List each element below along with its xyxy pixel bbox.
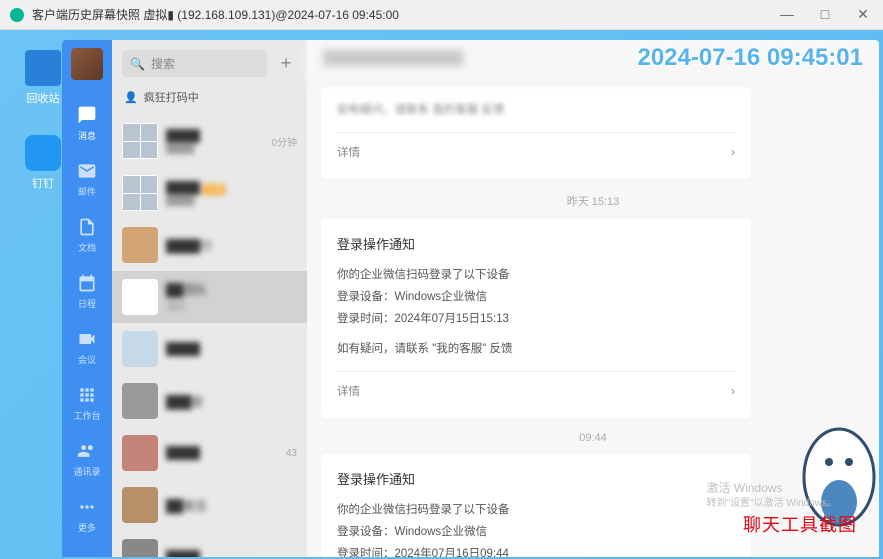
chat-app-window: 消息 邮件 文档 日程 会议 工作台 [62,40,879,557]
chevron-right-icon: › [731,382,735,404]
window-titlebar: 客户端历史屏幕快照 虚拟▮ (192.168.109.131)@2024-07-… [0,0,883,30]
avatar [122,435,158,471]
conversation-panel: 🔍 搜索 + 👤 疯狂打码中 ████ ████0分钟████ 外部██████… [112,40,307,557]
search-icon: 🔍 [130,57,145,71]
more-icon [76,496,98,518]
app-icon [10,8,24,22]
person-icon: 👤 [124,91,138,104]
close-button[interactable]: ✕ [853,6,873,23]
notification-card: 登录操作通知 你的企业微信扫码登录了以下设备 登录设备：Windows企业微信 … [321,219,751,418]
avatar [122,279,158,315]
add-button[interactable]: + [275,53,297,75]
video-icon [76,328,98,350]
avatar [122,539,158,557]
dingtalk-icon[interactable]: 钉钉 [18,135,68,191]
message-icon [76,104,98,126]
group-avatar [122,123,158,159]
avatar [122,383,158,419]
avatar [122,331,158,367]
nav-workbench[interactable]: 工作台 [73,384,100,422]
nav-calendar[interactable]: 日程 [76,272,98,310]
avatar [122,487,158,523]
search-input[interactable]: 🔍 搜索 [122,50,267,77]
nav-more[interactable]: 更多 [76,496,98,534]
conversation-item[interactable]: ██家庄 [112,479,307,531]
details-link[interactable]: 详情› [337,132,735,165]
time-divider: 09:44 [321,432,865,444]
user-avatar[interactable] [71,48,103,80]
conversation-list: ████ ████0分钟████ 外部████████行 ██团队 通知████… [112,115,307,557]
desktop-background: 回收站 钉钉 2024-07-16 09:45:01 消息 邮件 文档 日程 [0,30,883,559]
chat-panel: 如有疑问，请联系 我的客服 反馈 详情› 昨天 15:13 登录操作通知 你的企… [307,40,879,557]
document-icon [76,216,98,238]
notification-card: 登录操作通知 你的企业微信扫码登录了以下设备 登录设备：Windows企业微信 … [321,454,751,557]
window-title: 客户端历史屏幕快照 虚拟▮ (192.168.109.131)@2024-07-… [32,6,777,23]
time-divider: 昨天 15:13 [321,193,865,209]
conversation-item[interactable]: ████ [112,323,307,375]
conversation-item[interactable]: ████ 43 [112,427,307,479]
conversation-item[interactable]: ████ [112,531,307,557]
conversation-item[interactable]: ████行 [112,219,307,271]
nav-messages[interactable]: 消息 [76,104,98,142]
group-avatar [122,175,158,211]
conversation-item[interactable]: ██团队 通知 [112,271,307,323]
avatar [122,227,158,263]
calendar-icon [76,272,98,294]
details-link[interactable]: 详情› [337,371,735,404]
app-navbar: 消息 邮件 文档 日程 会议 工作台 [62,40,112,557]
contacts-icon [76,440,98,462]
timestamp-overlay: 2024-07-16 09:45:01 [637,44,863,72]
maximize-button[interactable]: □ [815,6,835,23]
grid-icon [76,384,98,406]
screenshot-label: 聊天工具截图 [743,511,857,537]
conversation-item[interactable]: ████ ████0分钟 [112,115,307,167]
minimize-button[interactable]: — [777,6,797,23]
mail-icon [76,160,98,182]
nav-docs[interactable]: 文档 [76,216,98,254]
nav-meeting[interactable]: 会议 [76,328,98,366]
conversation-item[interactable]: ███安 [112,375,307,427]
nav-contacts[interactable]: 通讯录 [73,440,100,478]
chevron-right-icon: › [731,143,735,165]
recycle-bin-icon[interactable]: 回收站 [18,50,68,106]
notification-card-partial: 如有疑问，请联系 我的客服 反馈 详情› [321,86,751,179]
conversation-item[interactable]: ████ 外部████ [112,167,307,219]
status-row: 👤 疯狂打码中 [112,85,307,115]
nav-mail[interactable]: 邮件 [76,160,98,198]
windows-activation-watermark: 激活 Windows 转到"设置"以激活 Windows。 [707,480,837,511]
